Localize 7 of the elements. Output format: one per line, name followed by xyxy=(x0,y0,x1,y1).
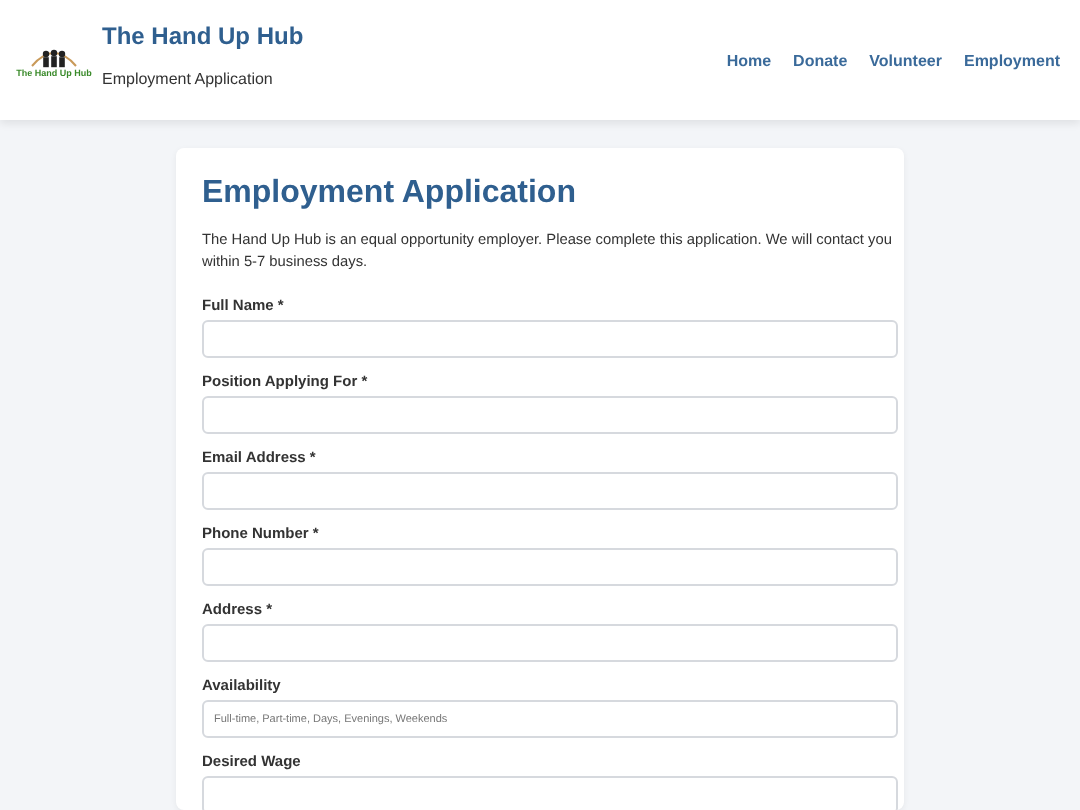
site-subtitle: Employment Application xyxy=(102,69,275,87)
nav-link[interactable]: Employment xyxy=(963,51,1060,69)
nav-link[interactable]: Volunteer xyxy=(869,51,942,69)
form-title: Employment Application xyxy=(202,176,578,212)
site-title: The Hand Up Hub xyxy=(102,21,304,49)
nav-link[interactable]: Donate xyxy=(793,51,848,69)
nav-link[interactable]: Home xyxy=(726,51,772,69)
